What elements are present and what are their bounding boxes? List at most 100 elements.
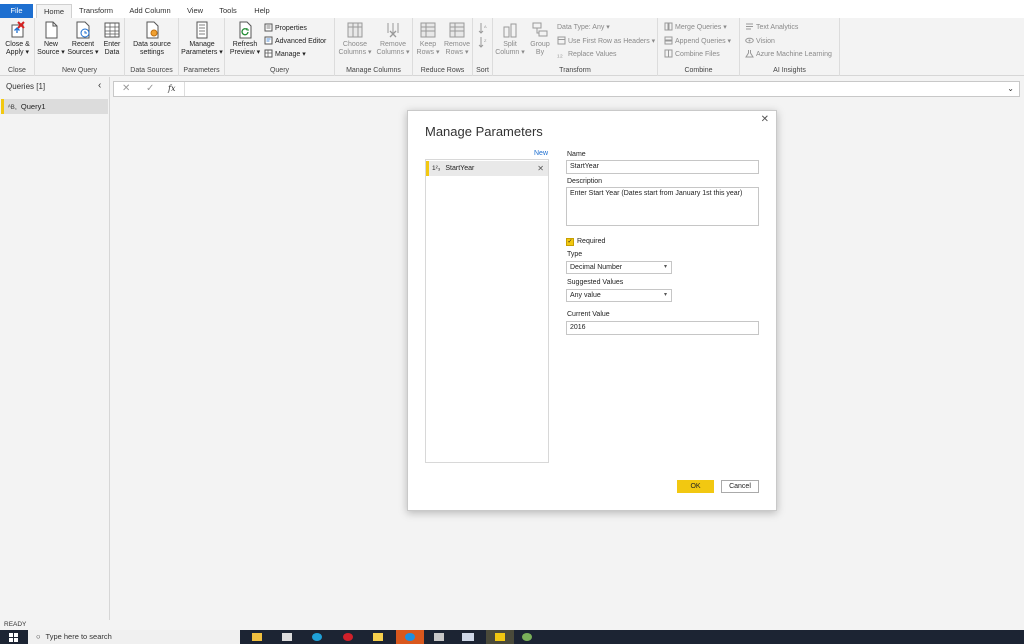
advanced-editor-button[interactable]: Advanced Editor <box>264 36 326 47</box>
remove-columns-icon <box>387 23 399 38</box>
manage-parameters-button[interactable]: Manage Parameters ▾ <box>181 21 223 57</box>
suggested-values-dropdown[interactable]: Any value ▾ <box>566 289 672 302</box>
new-source-label: New Source ▾ <box>37 41 65 56</box>
vision-button[interactable]: Vision <box>745 36 775 47</box>
queries-header: Queries [1] <box>6 82 46 91</box>
tab-file[interactable]: File <box>0 4 33 18</box>
queries-pane: Queries [1] ‹ ᴬB꜀ Query1 <box>0 77 110 620</box>
vision-label: Vision <box>756 38 775 45</box>
group-label-data-sources: Data Sources <box>130 67 173 74</box>
properties-icon <box>264 23 273 32</box>
confirm-formula-icon[interactable]: ✓ <box>146 83 154 94</box>
group-label-transform: Transform <box>559 67 591 74</box>
group-query: Refresh Preview ▾ Properties Advanced Ed… <box>225 18 335 76</box>
group-sort: A Z Sort <box>473 18 493 76</box>
data-source-settings-icon <box>146 21 159 39</box>
data-source-settings-label: Data source settings <box>133 41 171 56</box>
taskbar-app-notes[interactable] <box>373 633 383 641</box>
group-combine: Merge Queries ▾ Append Queries ▾ Combine… <box>658 18 740 76</box>
taskbar-search-placeholder: Type here to search <box>45 632 112 641</box>
status-bar: READY <box>0 620 1024 630</box>
ok-button[interactable]: OK <box>677 480 714 493</box>
fx-icon[interactable]: fx <box>168 84 175 93</box>
text-analytics-label: Text Analytics <box>756 24 799 31</box>
group-label-query: Query <box>269 67 290 74</box>
formula-input[interactable] <box>184 82 1004 96</box>
parameter-list-item[interactable]: 1²₃ StartYear ✕ <box>426 161 548 176</box>
remove-columns-button[interactable]: Remove Columns ▾ <box>375 21 411 57</box>
ribbon: Close & Apply ▾ Close New Source ▾ Recen… <box>0 18 1024 76</box>
recent-sources-icon <box>76 21 90 39</box>
enter-data-button[interactable]: Enter Data <box>101 21 123 57</box>
flask-icon <box>745 50 754 58</box>
choose-columns-button[interactable]: Choose Columns ▾ <box>337 21 373 57</box>
parameters-list: 1²₃ StartYear ✕ <box>425 159 549 463</box>
collapse-pane-button[interactable]: ‹ <box>98 80 101 91</box>
tab-view[interactable]: View <box>182 4 208 18</box>
taskbar-app-edge[interactable] <box>312 633 322 641</box>
tab-home[interactable]: Home <box>36 4 72 18</box>
split-column-button[interactable]: Split Column ▾ <box>495 21 525 57</box>
manage-parameters-dialog: ✕ Manage Parameters New 1²₃ StartYear ✕ … <box>407 110 777 511</box>
taskbar-search-box[interactable]: ○ Type here to search <box>28 630 240 644</box>
combine-files-button[interactable]: Combine Files <box>664 49 720 60</box>
use-first-row-button[interactable]: Use First Row as Headers ▾ <box>557 36 655 47</box>
description-field[interactable]: Enter Start Year (Dates start from Janua… <box>566 187 759 226</box>
tab-help[interactable]: Help <box>248 4 276 18</box>
tab-transform[interactable]: Transform <box>74 4 118 18</box>
parameter-item-label: StartYear <box>445 165 475 172</box>
type-label: Type <box>567 251 583 258</box>
new-source-icon <box>45 21 58 39</box>
delete-parameter-icon[interactable]: ✕ <box>537 161 544 176</box>
replace-values-button[interactable]: ₁₂ Replace Values <box>557 49 617 60</box>
query-list-item[interactable]: ᴬB꜀ Query1 <box>1 99 108 114</box>
group-label-close: Close <box>8 67 26 74</box>
new-source-button[interactable]: New Source ▾ <box>37 21 65 57</box>
taskbar-app-documents[interactable] <box>434 633 444 641</box>
properties-button[interactable]: Properties <box>264 23 307 34</box>
taskbar-app-store[interactable] <box>282 633 292 641</box>
taskbar-app-powerbi[interactable] <box>486 630 514 644</box>
taskbar-app-opera[interactable] <box>343 633 353 641</box>
text-analytics-button[interactable]: Text Analytics <box>745 22 798 33</box>
cancel-button[interactable]: Cancel <box>721 480 759 493</box>
remove-rows-button[interactable]: Remove Rows ▾ <box>443 21 471 57</box>
data-source-settings-button[interactable]: Data source settings <box>129 21 175 57</box>
append-queries-button[interactable]: Append Queries ▾ <box>664 36 731 47</box>
tab-tools[interactable]: Tools <box>214 4 242 18</box>
taskbar-app-remote[interactable] <box>462 633 474 641</box>
taskbar-app-explorer[interactable] <box>252 633 262 641</box>
close-apply-button[interactable]: Close & Apply ▾ <box>2 21 33 57</box>
current-value-field[interactable]: 2016 <box>566 321 759 335</box>
group-ai-insights: Text Analytics Vision Azure Machine Lear… <box>740 18 840 76</box>
cancel-formula-icon[interactable]: ✕ <box>122 83 130 94</box>
taskbar-app-skype[interactable] <box>396 630 424 644</box>
merge-queries-button[interactable]: Merge Queries ▾ <box>664 22 727 33</box>
manage-button[interactable]: Manage ▾ <box>264 49 306 60</box>
data-type-button[interactable]: Data Type: Any ▾ <box>557 22 610 33</box>
windows-start-icon[interactable] <box>9 633 18 642</box>
group-label-new-query: New Query <box>61 67 97 74</box>
tab-add-column[interactable]: Add Column <box>124 4 176 18</box>
azure-ml-button[interactable]: Azure Machine Learning <box>745 49 832 60</box>
taskbar-app-other[interactable] <box>522 633 532 641</box>
combine-files-label: Combine Files <box>675 51 720 58</box>
type-dropdown[interactable]: Decimal Number ▾ <box>566 261 672 274</box>
dialog-close-button[interactable]: ✕ <box>761 114 769 125</box>
sort-ascending-icon[interactable]: A <box>478 22 488 34</box>
name-field[interactable]: StartYear <box>566 160 759 174</box>
recent-sources-button[interactable]: Recent Sources ▾ <box>67 21 99 57</box>
refresh-preview-button[interactable]: Refresh Preview ▾ <box>229 21 261 57</box>
group-by-button[interactable]: Group By <box>527 21 553 57</box>
group-by-label: Group By <box>530 41 550 56</box>
chevron-down-icon: ▾ <box>663 264 667 270</box>
keep-rows-icon <box>420 22 436 38</box>
new-parameter-link[interactable]: New <box>534 150 548 157</box>
sort-descending-icon[interactable]: Z <box>478 36 488 48</box>
remove-columns-label: Remove Columns ▾ <box>376 41 410 56</box>
keep-rows-button[interactable]: Keep Rows ▾ <box>415 21 441 57</box>
group-reduce-rows: Keep Rows ▾ Remove Rows ▾ Reduce Rows <box>413 18 473 76</box>
expand-formula-icon[interactable]: ⌄ <box>1007 84 1014 93</box>
text-analytics-icon <box>746 23 753 30</box>
required-checkbox[interactable]: ✓ <box>566 238 574 246</box>
